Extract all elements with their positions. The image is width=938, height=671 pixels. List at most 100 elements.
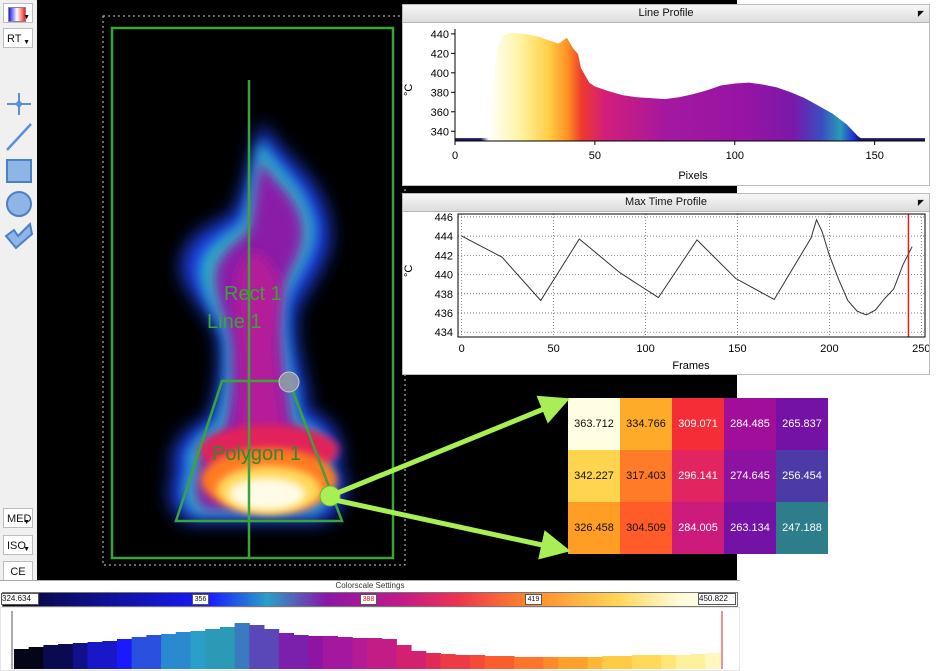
histogram-bar xyxy=(146,635,162,669)
iso-button[interactable]: ISO ▼ xyxy=(3,535,33,555)
y-tick-label: 380 xyxy=(431,87,449,99)
colorscale-marker-3[interactable]: 419 xyxy=(525,594,542,605)
rect-roi-label: Rect 1 xyxy=(224,283,282,305)
line-profile-header: Line Profile ◤ xyxy=(403,5,929,23)
palette-selector[interactable]: ▼ xyxy=(3,3,33,23)
histogram-bar xyxy=(337,637,353,669)
chevron-down-icon: ▼ xyxy=(23,519,30,526)
line-profile-panel: Line Profile ◤ °C Pixels 440 420 400 380… xyxy=(402,4,930,186)
matrix-cell: 263.134 xyxy=(724,502,776,554)
chevron-down-icon: ▼ xyxy=(23,14,30,21)
histogram-bar xyxy=(705,653,721,669)
matrix-cell: 342.227 xyxy=(568,450,620,502)
y-tick-label: 340 xyxy=(431,126,449,138)
colorscale-max-field[interactable]: 450.822 xyxy=(698,593,736,605)
matrix-cell: 309.071 xyxy=(672,398,724,450)
polygon-roi-label: Polygon 1 xyxy=(212,443,301,465)
max-time-profile-chart: °C Frames 446 444 442 440 438 436 434 0 50 100 15… xyxy=(403,212,929,372)
y-tick-label: 446 xyxy=(435,212,453,224)
x-tick-label: 50 xyxy=(589,150,601,162)
matrix-cell: 326.458 xyxy=(568,502,620,554)
line-tool-icon[interactable] xyxy=(5,122,33,152)
pixel-probe-point[interactable] xyxy=(319,485,341,507)
histogram-bar xyxy=(14,649,30,669)
x-tick-label: 250 xyxy=(912,343,929,355)
colorscale-marker-1[interactable]: 356 xyxy=(192,594,209,605)
matrix-cell: 304.509 xyxy=(620,502,672,554)
colorscale-marker-2[interactable]: 388 xyxy=(360,594,377,605)
histogram-bar xyxy=(293,635,309,669)
histogram-bar xyxy=(661,655,677,669)
med-button[interactable]: MED ▼ xyxy=(3,508,33,528)
line-profile-title: Line Profile xyxy=(638,7,694,19)
matrix-cell: 334.766 xyxy=(620,398,672,450)
line-profile-series xyxy=(455,32,925,141)
ellipse-tool-icon[interactable] xyxy=(5,190,33,218)
ce-label: CE xyxy=(10,566,26,578)
histogram-bar xyxy=(425,653,441,669)
x-tick-label: 200 xyxy=(820,343,838,355)
x-tick-label: 100 xyxy=(726,150,744,162)
matrix-cell: 265.837 xyxy=(776,398,828,450)
chevron-down-icon: ▼ xyxy=(23,546,30,553)
panel-pin-icon[interactable]: ◤ xyxy=(918,5,924,22)
colorscale-min-field[interactable]: 324.634 xyxy=(1,593,39,605)
x-tick-label: 0 xyxy=(459,343,465,355)
x-tick-label: 100 xyxy=(636,343,654,355)
y-tick-label: 440 xyxy=(431,29,449,41)
histogram-bar xyxy=(514,657,530,669)
histogram-bar xyxy=(381,639,397,669)
left-toolbar: ▼ RT ▼ MED ▼ ISO ▼ CE xyxy=(0,0,38,581)
histogram-bar xyxy=(587,657,603,669)
matrix-cell: 274.645 xyxy=(724,450,776,502)
crosshair-tool-icon[interactable] xyxy=(6,92,32,116)
histogram-bar xyxy=(352,638,368,669)
histogram-bar xyxy=(264,629,280,669)
panel-pin-icon[interactable]: ◤ xyxy=(918,194,924,211)
histogram-bar xyxy=(484,656,500,669)
histogram-bar xyxy=(572,657,589,669)
line-profile-chart: °C Pixels 440 420 400 380 360 340 0 50 100 150 xyxy=(403,29,925,182)
rt-button[interactable]: RT ▼ xyxy=(3,28,33,48)
matrix-cell: 256.454 xyxy=(776,450,828,502)
histogram-bar xyxy=(646,655,662,669)
histogram-bar xyxy=(602,656,618,669)
histogram-bar xyxy=(308,636,324,669)
histogram-bar xyxy=(690,654,706,669)
histogram-bar xyxy=(234,623,250,669)
x-tick-label: 150 xyxy=(865,150,883,162)
histogram-bar xyxy=(219,627,236,669)
y-tick-label: 440 xyxy=(435,270,453,282)
histogram-bar xyxy=(558,657,574,669)
histogram-bar xyxy=(396,645,412,669)
histogram-bar xyxy=(411,651,427,669)
histogram-bar xyxy=(117,639,133,669)
line-profile-x-label: Pixels xyxy=(678,170,708,182)
histogram xyxy=(0,607,740,671)
line-roi-label: Line 1 xyxy=(207,311,262,333)
histogram-bar xyxy=(102,641,118,669)
histogram-bar xyxy=(617,656,633,669)
pixel-value-matrix: 363.712 334.766 309.071 284.485 265.837 342.2… xyxy=(568,398,828,554)
y-tick-label: 400 xyxy=(431,68,449,80)
matrix-cell: 296.141 xyxy=(672,450,724,502)
histogram-bar xyxy=(631,655,647,669)
polygon-tool-icon[interactable] xyxy=(4,222,34,250)
x-tick-label: 150 xyxy=(728,343,746,355)
histogram-bar xyxy=(675,655,692,669)
histogram-bar xyxy=(322,636,339,669)
histogram-bar xyxy=(543,657,559,669)
ce-button[interactable]: CE xyxy=(3,561,33,581)
histogram-bar xyxy=(175,632,191,669)
histogram-bar xyxy=(28,647,44,669)
histogram-bar xyxy=(190,631,206,669)
rectangle-tool-icon[interactable] xyxy=(5,158,33,184)
histogram-bar xyxy=(455,655,471,669)
histogram-bar xyxy=(72,643,88,669)
histogram-bar xyxy=(528,657,544,669)
histogram-bar xyxy=(131,637,147,669)
y-tick-label: 442 xyxy=(435,250,453,262)
colorscale-settings-panel: Colorscale Settings 324.634 450.822 356 … xyxy=(0,580,740,671)
histogram-bar xyxy=(249,625,265,669)
drag-handle[interactable] xyxy=(278,371,300,393)
